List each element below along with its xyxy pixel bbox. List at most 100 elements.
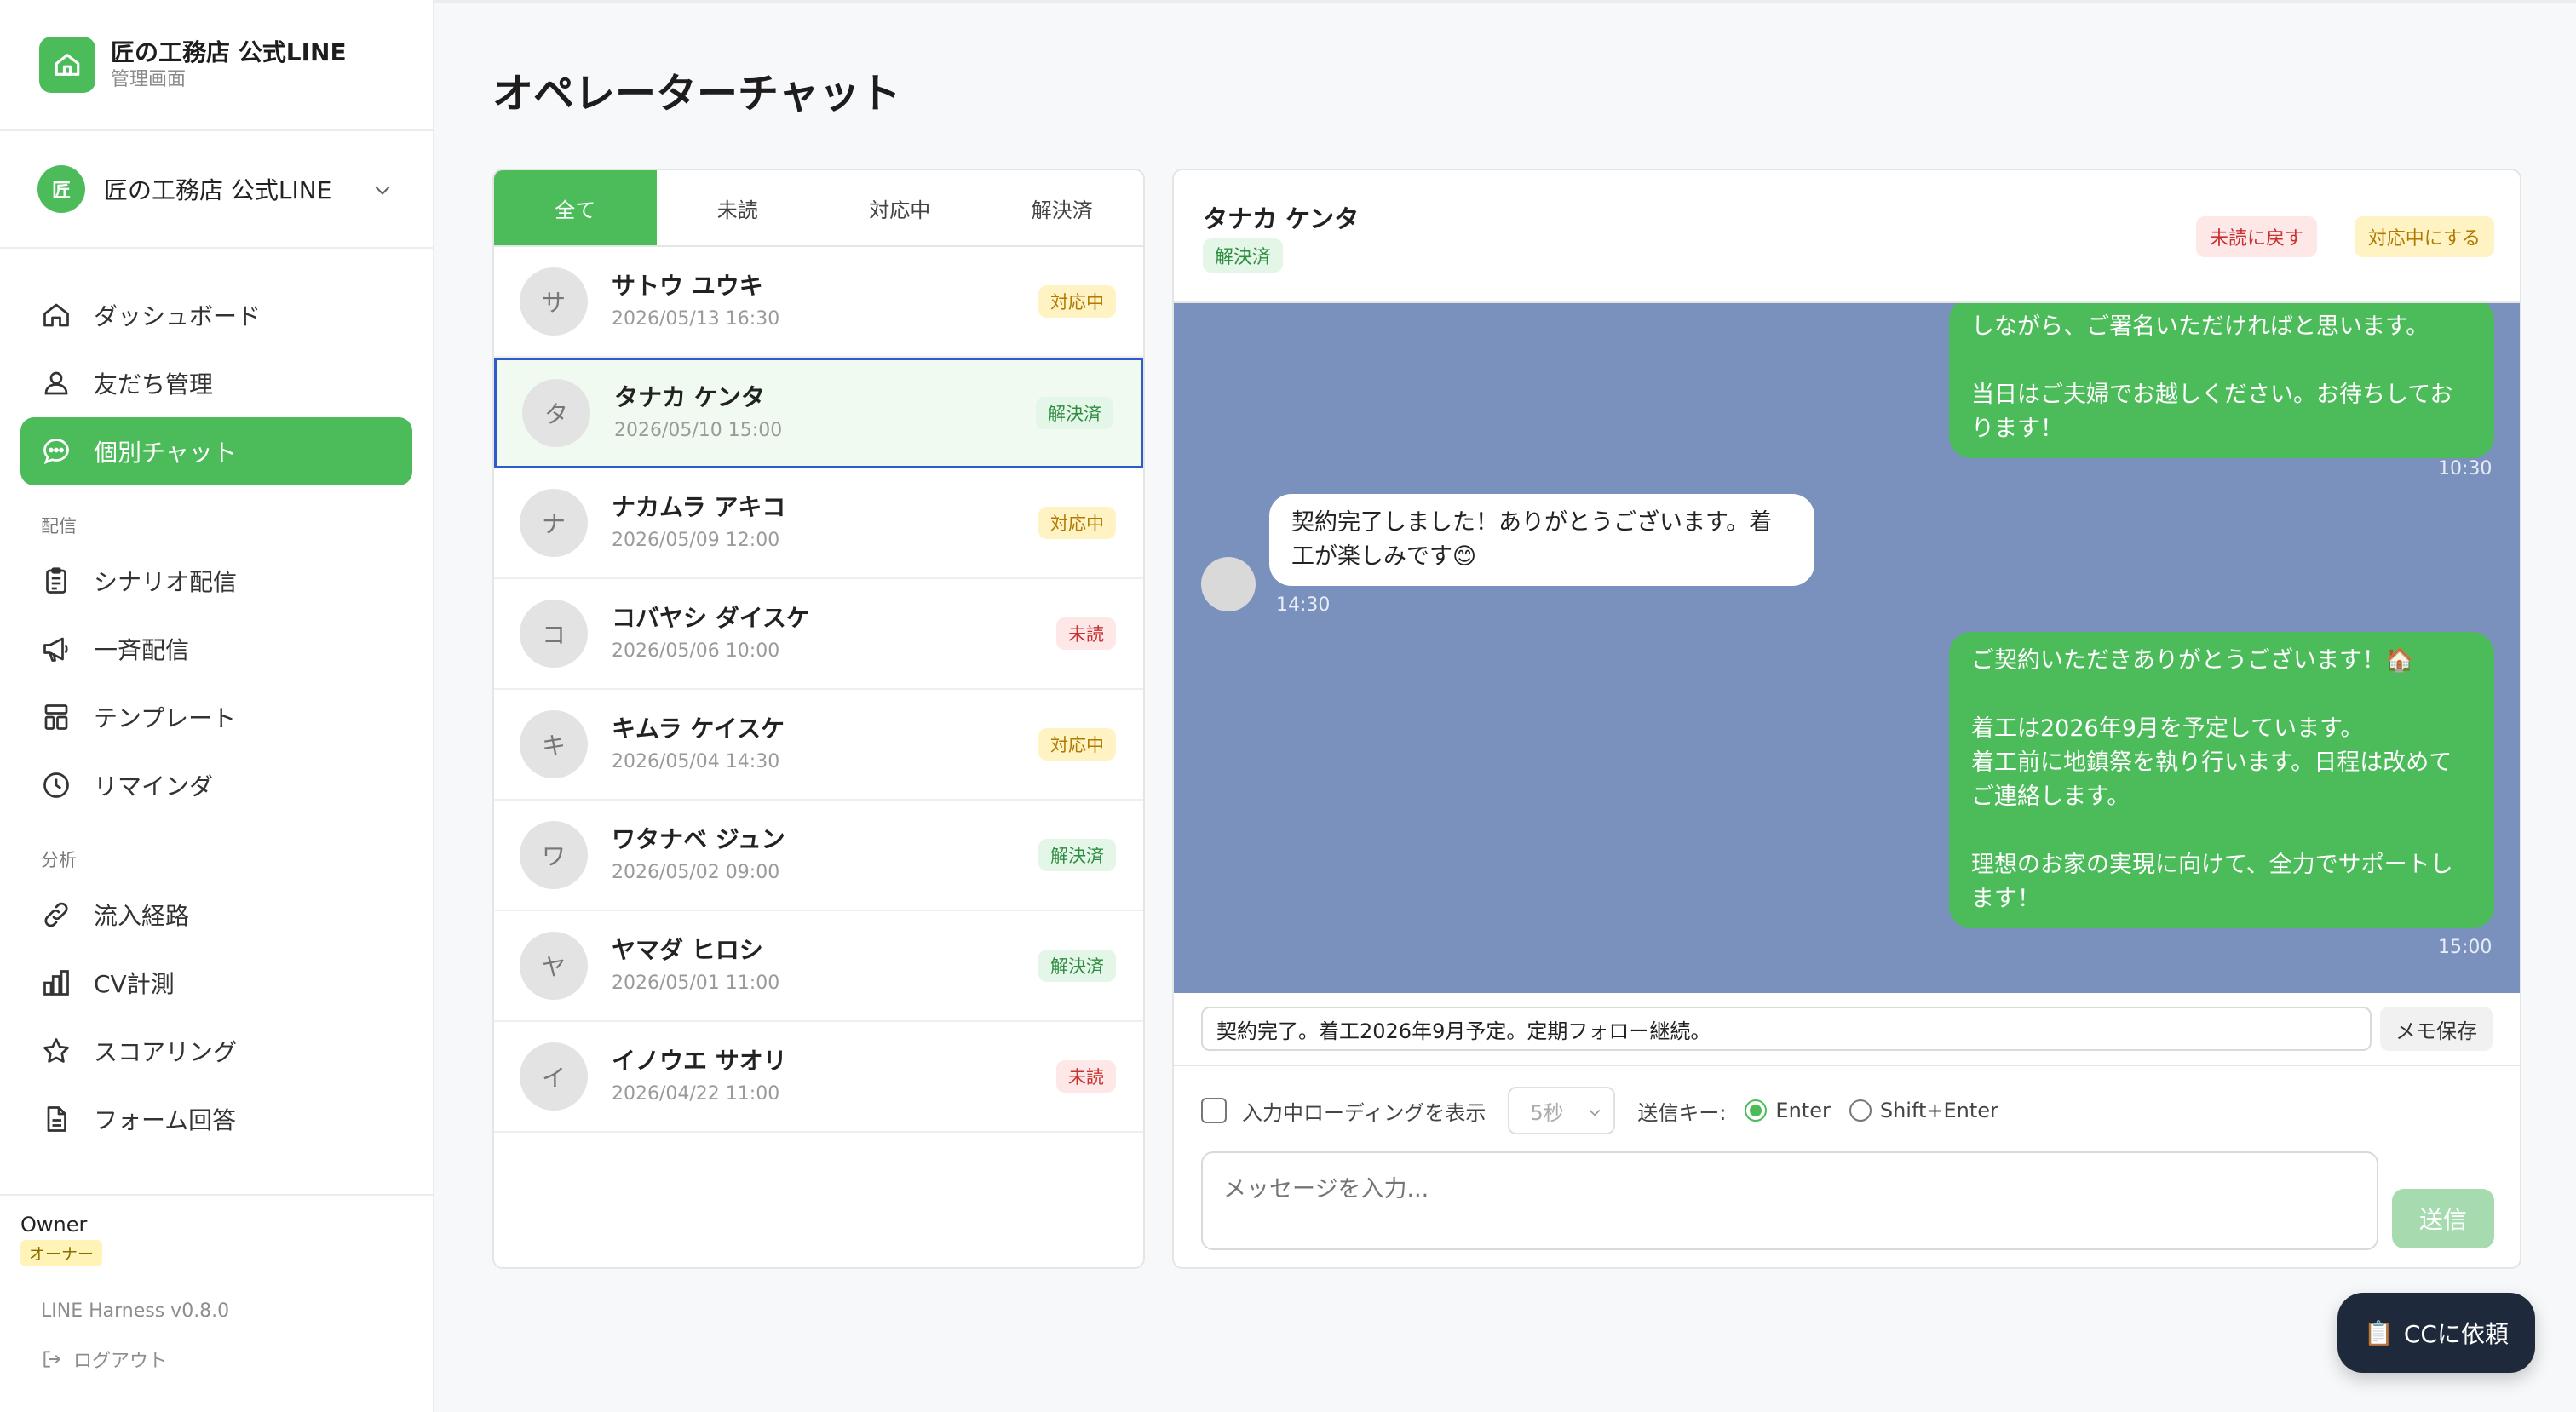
chevron-down-icon (1589, 1109, 1601, 1116)
status-badge: 解決済 (1038, 839, 1116, 871)
logout-label: ログアウト (73, 1351, 168, 1372)
conversation-time: 2026/05/10 15:00 (614, 420, 783, 441)
brand-title: 匠の工務店 公式LINE (111, 38, 347, 66)
message-bubble-outgoing: ご契約いただきありがとうございます！🏠 着工は2026年9月を予定しています。 … (1949, 632, 2494, 928)
cc-request-label: CCに依頼 (2403, 1320, 2509, 1348)
typing-indicator-checkbox[interactable] (1201, 1098, 1227, 1123)
sidebar-item-dashboard[interactable]: ダッシュボード (20, 281, 412, 349)
sidebar-item-cv[interactable]: CV計測 (20, 949, 412, 1017)
conversation-name: キムラ ケイスケ (612, 715, 785, 743)
tab-all[interactable]: 全て (494, 170, 657, 245)
conversation-time: 2026/05/01 11:00 (612, 973, 780, 994)
conversation-time: 2026/05/06 10:00 (612, 640, 780, 662)
sidebar-item-label: ダッシュボード (94, 302, 262, 330)
message-time: 10:30 (2438, 458, 2493, 479)
sidebar-item-forms[interactable]: フォーム回答 (20, 1085, 412, 1153)
send-key-shift-enter-radio[interactable] (1849, 1099, 1872, 1122)
conversation-row[interactable]: キキムラ ケイスケ 2026/05/04 14:30 対応中 (494, 690, 1143, 801)
sidebar-item-inflow[interactable]: 流入経路 (20, 881, 412, 949)
memo-row: メモ保存 (1174, 993, 2520, 1066)
conversation-row[interactable]: ヤヤマダ ヒロシ 2026/05/01 11:00 解決済 (494, 911, 1143, 1022)
message-bubble-incoming: 契約完了しました！ありがとうございます。着 工が楽しみです😊 (1269, 494, 1814, 586)
sidebar-footer: Owner オーナー LINE Harness v0.8.0 ログアウト (0, 1194, 434, 1373)
send-button[interactable]: 送信 (2392, 1189, 2494, 1248)
conversation-avatar: ナ (520, 489, 588, 557)
typing-delay-select[interactable]: 5秒 (1508, 1087, 1616, 1134)
conversation-avatar: キ (520, 710, 588, 778)
typing-delay-value: 5秒 (1530, 1100, 1564, 1125)
message-bubble-outgoing: しながら、ご署名いただければと思います。 当日はご夫婦でお越しください。お待ちし… (1949, 303, 2494, 458)
logout-link[interactable]: ログアウト (20, 1346, 434, 1373)
status-badge: 未読 (1056, 617, 1116, 650)
sidebar-item-label: スコアリング (94, 1038, 238, 1066)
status-badge: 未読 (1056, 1060, 1116, 1093)
sidebar-item-label: 一斉配信 (94, 636, 190, 664)
conversation-list: ササトウ ユウキ 2026/05/13 16:30 対応中タタナカ ケンタ 2026/… (494, 247, 1143, 1133)
conversation-name: ヤマダ ヒロシ (612, 936, 763, 964)
conversation-row[interactable]: ササトウ ユウキ 2026/05/13 16:30 対応中 (494, 247, 1143, 358)
mark-unread-button[interactable]: 未読に戻す (2195, 216, 2317, 257)
link-icon (44, 902, 68, 927)
sidebar-item-label: CV計測 (94, 970, 175, 998)
message-input[interactable] (1201, 1151, 2378, 1250)
brand-subtitle: 管理画面 (111, 69, 187, 90)
tab-unread[interactable]: 未読 (657, 170, 819, 245)
tab-in-progress[interactable]: 対応中 (819, 170, 981, 245)
sidebar-nav: ダッシュボード 友だち管理 個別チャット 配信 シナリオ配信 一斉配信 テンプレ… (0, 249, 433, 1153)
status-badge: 対応中 (1038, 728, 1116, 761)
home-icon (43, 303, 69, 327)
account-switcher[interactable]: 匠 匠の工務店 公式LINE (0, 131, 433, 249)
chat-panel: タナカ ケンタ 解決済 未読に戻す 対応中にする しながら、ご署名いただければと… (1172, 169, 2521, 1269)
sidebar-item-scenario[interactable]: シナリオ配信 (20, 547, 412, 615)
message-time: 15:00 (2438, 937, 2493, 958)
conversation-row[interactable]: ココバヤシ ダイスケ 2026/05/06 10:00 未読 (494, 579, 1143, 690)
sidebar-item-reminder[interactable]: リマインダ (20, 751, 412, 819)
account-name: 匠の工務店 公式LINE (104, 176, 332, 204)
conversation-avatar: ヤ (520, 932, 588, 1000)
conversation-avatar: サ (520, 267, 588, 336)
chat-status-badge: 解決済 (1203, 238, 1284, 273)
chat-contact-name: タナカ ケンタ (1203, 204, 1360, 233)
sidebar-item-friends[interactable]: 友だち管理 (20, 349, 412, 417)
mark-in-progress-button[interactable]: 対応中にする (2354, 216, 2494, 257)
send-key-enter-radio[interactable] (1745, 1099, 1768, 1122)
composer-options: 入力中ローディングを表示 5秒 送信キー: Enter Shift+Enter (1201, 1087, 1998, 1134)
conversation-avatar: イ (520, 1042, 588, 1111)
conversation-row[interactable]: ナナカムラ アキコ 2026/05/09 12:00 対応中 (494, 468, 1143, 579)
chevron-down-icon (375, 186, 390, 195)
cc-request-button[interactable]: 📋 CCに依頼 (2337, 1293, 2535, 1373)
sidebar-item-broadcast[interactable]: 一斉配信 (20, 615, 412, 683)
conversation-row[interactable]: イイノウエ サオリ 2026/04/22 11:00 未読 (494, 1022, 1143, 1133)
conversation-avatar: コ (520, 600, 588, 668)
sidebar-item-scoring[interactable]: スコアリング (20, 1017, 412, 1085)
conversation-avatar: タ (522, 379, 590, 447)
sidebar-item-label: リマインダ (94, 772, 214, 801)
sidebar-item-template[interactable]: テンプレート (20, 683, 412, 751)
sidebar-item-label: シナリオ配信 (94, 568, 238, 596)
sidebar: 匠の工務店 公式LINE 管理画面 匠 匠の工務店 公式LINE ダッシュボード… (0, 0, 434, 1412)
message-area[interactable]: しながら、ご署名いただければと思います。 当日はご夫婦でお越しください。お待ちし… (1174, 303, 2520, 993)
house-icon (39, 37, 95, 93)
megaphone-icon (43, 637, 68, 662)
memo-input[interactable] (1201, 1007, 2372, 1051)
save-memo-button[interactable]: メモ保存 (2380, 1007, 2493, 1051)
conversation-time: 2026/05/13 16:30 (612, 308, 780, 330)
send-key-shift-enter-label: Shift+Enter (1879, 1099, 1998, 1122)
conversation-name: コバヤシ ダイスケ (612, 604, 810, 632)
sidebar-item-label: フォーム回答 (94, 1106, 237, 1134)
brand[interactable]: 匠の工務店 公式LINE 管理画面 (0, 0, 433, 131)
conversation-name: ナカムラ アキコ (612, 493, 786, 521)
conversation-row[interactable]: タタナカ ケンタ 2026/05/10 15:00 解決済 (494, 358, 1143, 468)
clipboard-icon (46, 567, 66, 594)
message-time: 14:30 (1276, 594, 1331, 616)
contact-avatar (1201, 557, 1256, 611)
conversation-time: 2026/05/09 12:00 (612, 530, 780, 551)
send-key-enter-label: Enter (1775, 1099, 1831, 1122)
bar-chart-icon (43, 970, 69, 996)
sidebar-item-chat[interactable]: 個別チャット (20, 417, 412, 485)
conversation-list-panel: 全て 未読 対応中 解決済 ササトウ ユウキ 2026/05/13 16:30 対応… (492, 169, 1145, 1269)
status-badge: 解決済 (1036, 397, 1113, 429)
filter-tabs: 全て 未読 対応中 解決済 (494, 170, 1143, 247)
conversation-row[interactable]: ワワタナベ ジュン 2026/05/02 09:00 解決済 (494, 801, 1143, 911)
tab-resolved[interactable]: 解決済 (981, 170, 1144, 245)
